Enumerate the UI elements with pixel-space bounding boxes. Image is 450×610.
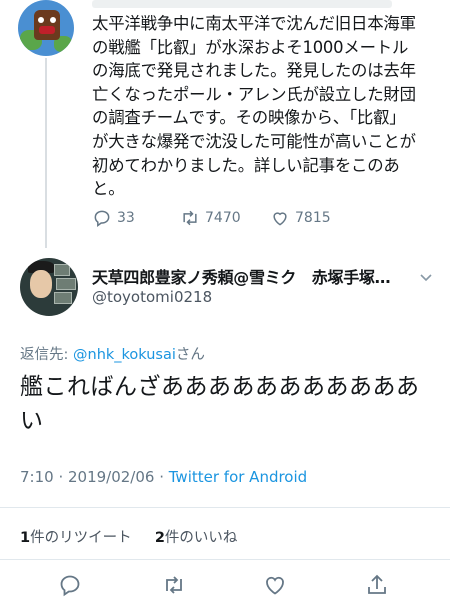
reply-to-suffix: さん [175, 347, 205, 363]
divider-bottom [0, 559, 450, 560]
tweet-client[interactable]: Twitter for Android [169, 468, 307, 486]
divider-top [0, 507, 450, 508]
parent-tweet-actions: 33 7470 7815 [92, 208, 412, 232]
like-icon [273, 212, 287, 226]
thread-line [45, 58, 47, 248]
like-icon[interactable] [263, 573, 287, 597]
parent-reply-button[interactable]: 33 [92, 208, 135, 228]
reply-tweet-text: 艦こればんざあああああああああああ い [20, 374, 420, 434]
likes-number: 2 [154, 530, 165, 546]
tweet-meta: 7:10 · 2019/02/06 · Twitter for Android [20, 468, 307, 486]
tweet-timestamp[interactable]: 7:10 · 2019/02/06 · [20, 468, 169, 486]
retweet-icon[interactable] [162, 573, 186, 597]
tweet-action-bar [0, 563, 450, 607]
reply-avatar[interactable] [20, 258, 78, 316]
reply-display-name[interactable]: 天草四郎豊家ノ秀頼@雪ミク 赤塚手塚… [92, 264, 391, 288]
retweet-count: 7470 [205, 210, 241, 226]
retweets-label: 件のリツイート [30, 530, 132, 546]
parent-tweet-text: 太平洋戦争中に南太平洋で沈んだ旧日本海軍 の戦艦「比叡」が水深およそ1000メー… [92, 14, 416, 199]
retweet-icon [183, 210, 197, 226]
share-icon[interactable] [365, 573, 389, 597]
reply-to-mention[interactable]: @nhk_kokusai [73, 347, 176, 363]
parent-header-cutoff [92, 0, 392, 8]
parent-retweet-button[interactable]: 7470 [180, 208, 241, 228]
domo-kun-image [34, 10, 60, 40]
reply-count: 33 [117, 210, 135, 226]
parent-avatar[interactable] [18, 0, 74, 56]
reply-to-label: 返信先: [20, 347, 73, 363]
reply-handle[interactable]: @toyotomi0218 [92, 288, 212, 306]
reply-to-line: 返信先: @nhk_kokusaiさん [20, 343, 205, 364]
like-count: 7815 [295, 210, 331, 226]
tweet-stats: 1件のリツイート 2件のいいね [20, 526, 237, 547]
chevron-down-icon[interactable] [418, 269, 434, 285]
reply-icon [94, 210, 110, 227]
parent-like-button[interactable]: 7815 [270, 208, 331, 228]
reply-icon[interactable] [58, 573, 82, 597]
likes-stat[interactable]: 2件のいいね [155, 530, 238, 546]
retweets-stat[interactable]: 1件のリツイート [20, 530, 132, 546]
retweets-number: 1 [20, 530, 31, 546]
likes-label: 件のいいね [164, 530, 238, 546]
